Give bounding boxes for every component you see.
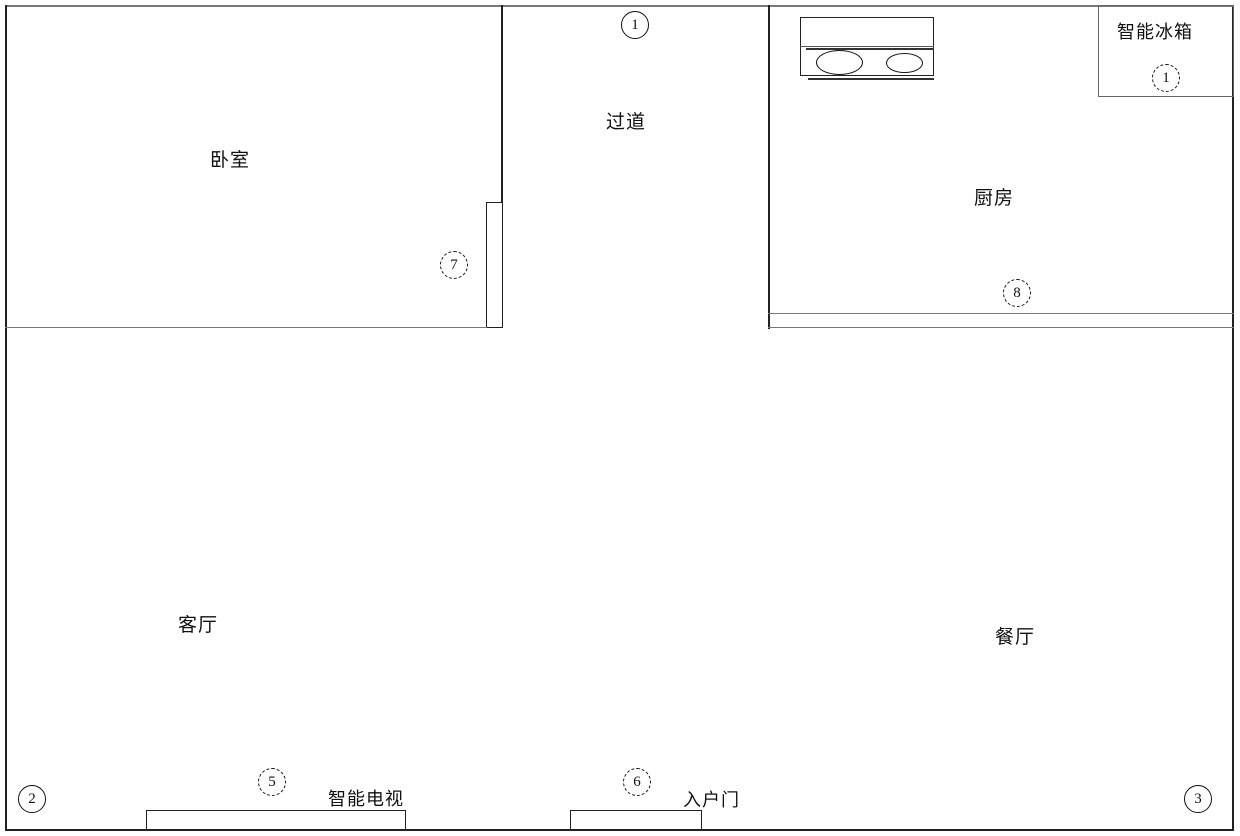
room-label-corridor: 过道 <box>606 112 647 133</box>
entry-door-label: 入户门 <box>683 790 740 810</box>
floor-plan-canvas: 卧室 7 过道 1 厨房 8 智能冰箱 1 客厅 餐厅 智能电视 5 入户门 6… <box>0 0 1240 836</box>
stove-burner-large-icon <box>816 50 863 75</box>
wall-kitchen-bottom-inner <box>768 313 1234 315</box>
marker-entry-door[interactable]: 6 <box>623 768 651 796</box>
wall-top-bedroom <box>5 5 503 7</box>
room-label-dining-room: 餐厅 <box>995 627 1036 648</box>
marker-bottom-right[interactable]: 3 <box>1184 785 1212 813</box>
room-label-kitchen: 厨房 <box>974 188 1015 209</box>
wall-kitchen-left <box>768 5 770 329</box>
stove-front-bar <box>806 48 934 50</box>
marker-bottom-left[interactable]: 2 <box>18 785 46 813</box>
entry-door-shape <box>570 810 702 831</box>
wall-bedroom-right-upper <box>501 5 503 203</box>
marker-bedroom-door[interactable]: 7 <box>440 251 468 279</box>
stove-divider-line <box>800 46 934 47</box>
wall-right-outer <box>1232 5 1234 831</box>
smart-tv-shape <box>146 810 406 831</box>
smart-fridge-label: 智能冰箱 <box>1117 22 1193 42</box>
stove-base-bar <box>808 78 934 80</box>
wall-left-outer <box>5 5 7 831</box>
room-label-living-room: 客厅 <box>178 615 219 636</box>
wall-bedroom-bottom <box>5 327 487 329</box>
smart-tv-label: 智能电视 <box>328 789 404 809</box>
wall-top-corridor <box>503 5 769 7</box>
marker-smart-fridge[interactable]: 1 <box>1152 64 1180 92</box>
wall-kitchen-bottom-outer <box>768 327 1234 329</box>
stove-burner-small-icon <box>886 53 923 73</box>
marker-smart-tv[interactable]: 5 <box>258 768 286 796</box>
room-label-bedroom: 卧室 <box>210 150 251 171</box>
marker-kitchen-door[interactable]: 8 <box>1003 279 1031 307</box>
marker-corridor-top[interactable]: 1 <box>621 11 649 39</box>
bedroom-door-opening <box>486 202 503 328</box>
